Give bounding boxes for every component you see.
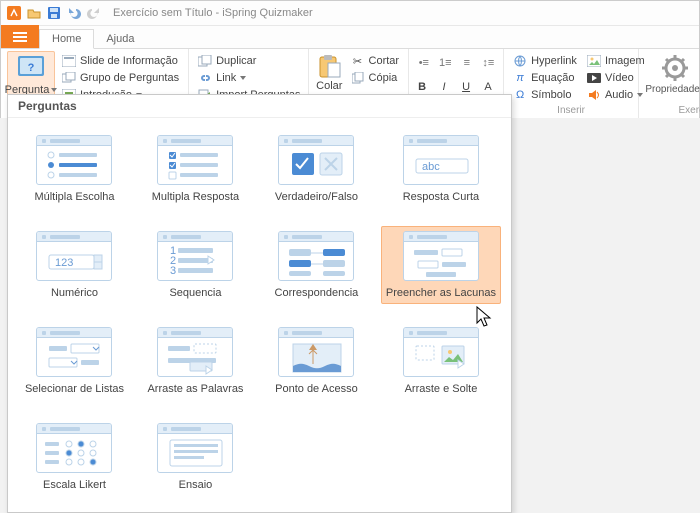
hyperlink-icon: [513, 54, 527, 68]
save-icon[interactable]: [45, 4, 63, 22]
qtype-escala-likert[interactable]: Escala Likert: [18, 418, 131, 496]
cut-icon: ✂: [351, 54, 365, 68]
paste-icon: [316, 53, 342, 79]
colar-button[interactable]: Colar: [316, 80, 342, 92]
group-exercicio: Exercício: [645, 104, 700, 118]
chevron-down-icon: [240, 76, 246, 80]
tab-help[interactable]: Ajuda: [94, 30, 146, 48]
qtype-verdadeiro-falso[interactable]: Verdadeiro/Falso: [260, 130, 373, 208]
perguntas-dropdown: Perguntas Múltipla Escolha Multipla Resp…: [7, 94, 512, 513]
dropdown-title: Perguntas: [8, 95, 511, 118]
font-color-button[interactable]: A: [481, 81, 495, 93]
link-button[interactable]: Link: [195, 70, 303, 86]
qtype-sequencia[interactable]: 123 Sequencia: [139, 226, 252, 304]
qtype-numerico[interactable]: 123 Numérico: [18, 226, 131, 304]
window-title: Exercício sem Título - iSpring Quizmaker: [113, 7, 313, 19]
hyperlink-button[interactable]: Hyperlink: [510, 53, 580, 69]
image-icon: [587, 54, 601, 68]
video-icon: [587, 71, 601, 85]
undo-icon[interactable]: [65, 4, 83, 22]
qtype-ensaio[interactable]: Ensaio: [139, 418, 252, 496]
line-spacing-icon[interactable]: ↕≡: [480, 55, 498, 71]
svg-text:?: ?: [28, 62, 35, 74]
equacao-button[interactable]: πEquação: [510, 70, 580, 86]
qtype-arraste-solte[interactable]: Arraste e Solte: [381, 322, 501, 400]
copia-button[interactable]: Cópia: [348, 70, 403, 86]
svg-text:3: 3: [170, 265, 176, 277]
qtype-multipla-escolha[interactable]: Múltipla Escolha: [18, 130, 131, 208]
svg-text:123: 123: [55, 257, 73, 269]
audio-icon: [587, 88, 601, 102]
grupo-perguntas-button[interactable]: Grupo de Perguntas: [59, 70, 182, 86]
titlebar: Exercício sem Título - iSpring Quizmaker: [1, 1, 699, 26]
duplicar-button[interactable]: Duplicar: [195, 53, 303, 69]
redo-icon[interactable]: [85, 4, 103, 22]
underline-button[interactable]: U: [459, 81, 473, 93]
tabstrip: Home Ajuda: [1, 26, 699, 49]
slide-icon: [62, 54, 76, 68]
symbol-icon: Ω: [513, 88, 527, 102]
bold-button[interactable]: B: [415, 81, 429, 93]
paragraph-controls: •≡ 1≡ ≡ ↕≡ B I U A: [415, 51, 497, 93]
qtype-preencher-lacunas[interactable]: Preencher as Lacunas: [381, 226, 501, 304]
qtype-arraste-palavras[interactable]: Arraste as Palavras: [139, 322, 252, 400]
svg-text:abc: abc: [422, 161, 440, 173]
gear-icon: [661, 54, 689, 82]
mouse-cursor: [475, 305, 495, 329]
equation-icon: π: [513, 71, 527, 85]
numbering-icon[interactable]: 1≡: [437, 55, 455, 71]
qtype-selecionar-listas[interactable]: Selecionar de Listas: [18, 322, 131, 400]
link-icon: [198, 71, 212, 85]
app-icon: [5, 4, 23, 22]
italic-button[interactable]: I: [437, 81, 451, 93]
tab-home[interactable]: Home: [39, 29, 94, 49]
bullets-icon[interactable]: •≡: [415, 55, 433, 71]
qtype-correspondencia[interactable]: Correspondencia: [260, 226, 373, 304]
copy-icon: [351, 71, 365, 85]
group-icon: [62, 71, 76, 85]
qtype-multipla-resposta[interactable]: Multipla Resposta: [139, 130, 252, 208]
qtype-ponto-acesso[interactable]: Ponto de Acesso: [260, 322, 373, 400]
slide-info-button[interactable]: Slide de Informação: [59, 53, 182, 69]
chevron-down-icon: [51, 88, 57, 92]
propriedades-button[interactable]: Propriedades: [645, 51, 700, 104]
open-icon[interactable]: [25, 4, 43, 22]
file-tab[interactable]: [1, 25, 39, 48]
simbolo-button[interactable]: ΩSímbolo: [510, 87, 580, 103]
duplicate-icon: [198, 54, 212, 68]
align-left-icon[interactable]: ≡: [458, 55, 476, 71]
qtype-resposta-curta[interactable]: abc Resposta Curta: [381, 130, 501, 208]
group-inserir: Inserir: [510, 104, 632, 118]
cortar-button[interactable]: ✂Cortar: [348, 53, 403, 69]
